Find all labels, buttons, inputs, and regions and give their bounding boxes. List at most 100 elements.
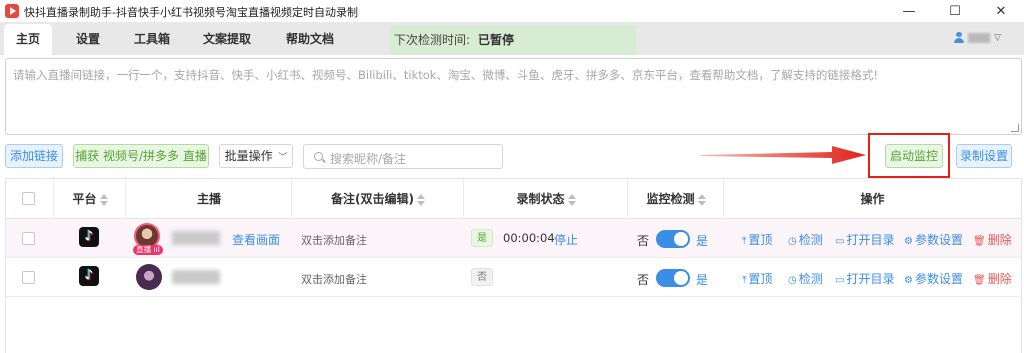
sort-icon[interactable]	[697, 193, 706, 206]
maximize-button[interactable]: ☐	[932, 0, 978, 22]
param-settings-label: 参数设置	[914, 233, 963, 247]
note-cell[interactable]: 双击添加备注	[301, 271, 367, 287]
pin-top-button[interactable]: ⤒ 置顶	[742, 270, 772, 287]
sort-icon[interactable]	[99, 193, 108, 206]
search-input[interactable]: 搜索昵称/备注	[303, 144, 503, 169]
window-title: 快抖直播录制助手-抖音快手小红书视频号淘宝直播视频定时自动录制	[24, 6, 358, 19]
tiktok-icon: ♪	[79, 266, 99, 286]
sort-icon[interactable]	[416, 193, 425, 206]
check-button[interactable]: ◷ 检测	[788, 231, 823, 248]
header-streamer: 主播	[196, 192, 221, 206]
monitor-off-label: 否	[637, 234, 650, 248]
table-row[interactable]: ♪ 双击添加备注 否 否 是 ⤒ 置顶 ◷ 检测 ▭ 打开目录 ⚙ 参数设置 🗑 删除	[6, 258, 1021, 297]
header-monitor-label: 监控检测	[646, 192, 695, 206]
check-button[interactable]: ◷ 检测	[788, 270, 823, 287]
capture-live-button[interactable]: 捕获 视频号/拼多多 直播	[73, 144, 209, 168]
search-placeholder: 搜索昵称/备注	[330, 152, 407, 166]
header-platform-label: 平台	[72, 192, 97, 206]
param-settings-label: 参数设置	[914, 272, 963, 286]
avatar	[136, 264, 162, 290]
check-icon: ◷	[788, 275, 797, 286]
header-status-label: 录制状态	[516, 192, 565, 206]
streamer-name-redacted	[172, 231, 220, 245]
batch-actions-dropdown[interactable]: 批量操作 ﹀	[219, 144, 293, 168]
title-bar: 快抖直播录制助手-抖音快手小红书视频号淘宝直播视频定时自动录制 — ☐ ✕	[0, 0, 1024, 22]
stop-recording-link[interactable]: 停止	[554, 231, 578, 248]
open-folder-button[interactable]: ▭ 打开目录	[835, 270, 894, 287]
start-monitor-button[interactable]: 启动监控	[885, 144, 943, 168]
header-note-label: 备注(双击编辑)	[331, 192, 414, 206]
close-button[interactable]: ✕	[978, 0, 1024, 22]
streamer-name-redacted	[172, 270, 220, 284]
recording-status-tag: 否	[471, 268, 493, 286]
header-monitor[interactable]: 监控检测	[628, 179, 724, 219]
sort-icon[interactable]	[567, 193, 576, 206]
view-screen-link[interactable]: 查看画面	[232, 231, 280, 248]
folder-icon: ▭	[835, 275, 845, 286]
monitor-off-label: 否	[637, 273, 650, 287]
open-folder-label: 打开目录	[846, 272, 895, 286]
gear-icon: ⚙	[904, 236, 913, 247]
delete-label: 删除	[987, 272, 1012, 286]
minimize-button[interactable]: —	[886, 0, 932, 22]
user-icon	[954, 32, 964, 43]
open-folder-button[interactable]: ▭ 打开目录	[835, 231, 894, 248]
trash-icon: 🗑	[973, 275, 986, 286]
param-settings-button[interactable]: ⚙ 参数设置	[904, 231, 963, 248]
live-badge: 直播 ııl	[133, 245, 163, 255]
monitor-on-label: 是	[696, 234, 709, 248]
row-checkbox[interactable]	[22, 271, 35, 284]
tab-help-docs[interactable]: 帮助文档	[278, 24, 342, 55]
delete-label: 删除	[987, 233, 1012, 247]
select-all-checkbox[interactable]	[22, 192, 35, 205]
open-folder-label: 打开目录	[846, 233, 895, 247]
header-actions: 操作	[860, 192, 885, 206]
delete-button[interactable]: 🗑 删除	[973, 270, 1012, 287]
monitor-toggle[interactable]	[656, 269, 690, 287]
add-link-button[interactable]: 添加链接	[5, 144, 63, 168]
nav-bar: 主页 设置 工具箱 文案提取 帮助文档 下次检测时间: 已暂停 ▽	[0, 22, 1024, 55]
app-logo-icon	[5, 4, 19, 18]
check-label: 检测	[798, 233, 823, 247]
gear-icon: ⚙	[904, 275, 913, 286]
chevron-down-icon: ﹀	[278, 153, 288, 163]
monitor-on-label: 是	[696, 273, 709, 287]
user-name-redacted	[968, 32, 990, 43]
next-check-value: 已暂停	[478, 33, 515, 47]
folder-icon: ▭	[835, 236, 845, 247]
tiktok-icon: ♪	[79, 227, 99, 247]
param-settings-button[interactable]: ⚙ 参数设置	[904, 270, 963, 287]
pin-top-icon: ⤒	[742, 236, 747, 247]
next-check-status: 下次检测时间: 已暂停	[390, 25, 636, 55]
search-icon	[314, 152, 323, 161]
chevron-down-icon: ▽	[994, 32, 1001, 43]
tab-toolbox[interactable]: 工具箱	[126, 24, 178, 55]
record-settings-button[interactable]: 录制设置	[956, 144, 1012, 168]
tab-settings[interactable]: 设置	[66, 24, 110, 55]
links-input[interactable]: 请输入直播间链接，一行一个，支持抖音、快手、小红书、视频号、Bilibili、t…	[5, 58, 1022, 135]
batch-actions-label: 批量操作	[224, 149, 273, 163]
trash-icon: 🗑	[973, 236, 986, 247]
recording-status-tag: 是	[471, 229, 493, 247]
next-check-label: 下次检测时间:	[394, 33, 471, 47]
table-row[interactable]: ♪ 直播 ııl 查看画面 双击添加备注 是 00:00:04 停止 否 是 ⤒…	[6, 219, 1021, 258]
note-cell[interactable]: 双击添加备注	[301, 232, 367, 248]
resize-grip-icon[interactable]	[1011, 124, 1019, 132]
check-label: 检测	[798, 272, 823, 286]
pin-top-icon: ⤒	[742, 275, 747, 286]
row-checkbox[interactable]	[22, 232, 35, 245]
check-icon: ◷	[788, 236, 797, 247]
pin-top-button[interactable]: ⤒ 置顶	[742, 231, 772, 248]
user-menu[interactable]: ▽	[954, 32, 1001, 43]
monitor-toggle[interactable]	[656, 230, 690, 248]
streams-table: 平台 主播 备注(双击编辑) 录制状态 监控检测 操作 ♪ 直播 ııl 查看画…	[5, 178, 1022, 353]
tab-text-extract[interactable]: 文案提取	[196, 24, 258, 55]
red-arrow-annotation	[700, 146, 866, 164]
header-status[interactable]: 录制状态	[464, 179, 628, 219]
header-platform[interactable]: 平台	[54, 179, 126, 219]
delete-button[interactable]: 🗑 删除	[973, 231, 1012, 248]
tab-home[interactable]: 主页	[4, 24, 52, 55]
header-note[interactable]: 备注(双击编辑)	[292, 179, 464, 219]
table-header: 平台 主播 备注(双击编辑) 录制状态 监控检测 操作	[6, 179, 1021, 219]
pin-top-label: 置顶	[748, 233, 773, 247]
